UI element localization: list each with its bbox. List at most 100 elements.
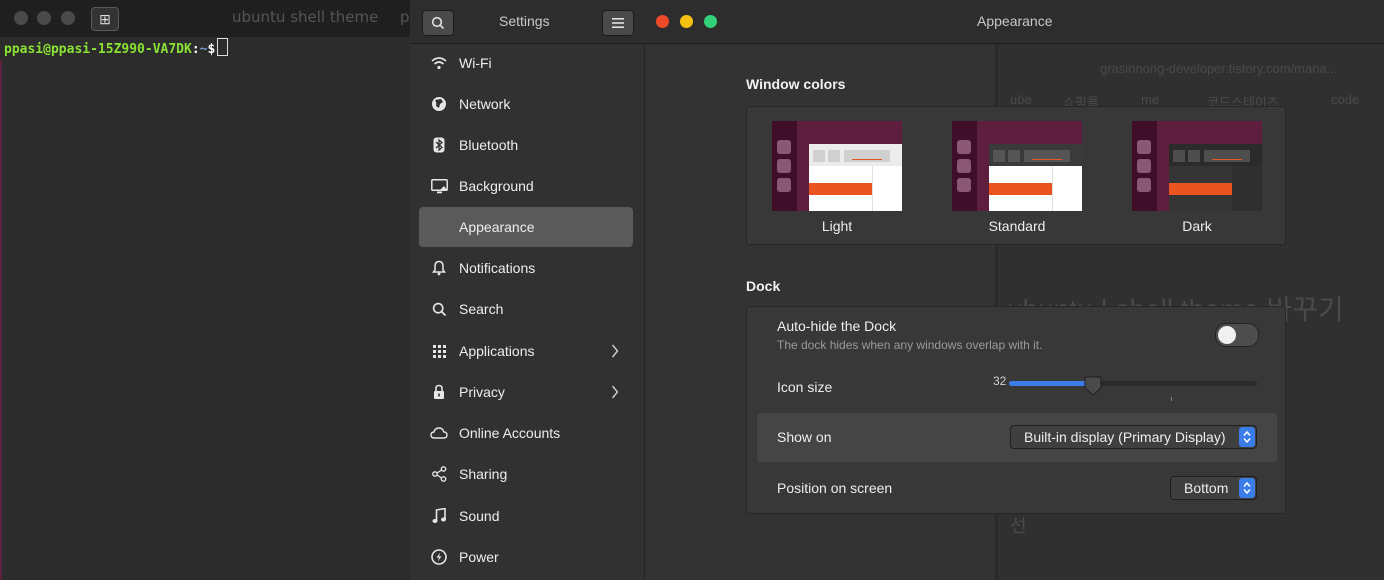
new-tab-icon[interactable]: ⊞ <box>91 7 119 31</box>
ghost-bookmark: me <box>1141 92 1160 107</box>
up-down-arrows-icon <box>1239 427 1255 447</box>
icon-size-label: Icon size <box>777 379 833 395</box>
wifi-icon <box>429 53 449 73</box>
chevron-right-icon <box>611 385 619 399</box>
theme-option-dark[interactable]: Dark <box>1132 121 1262 234</box>
ghost-bookmark: code <box>1331 92 1360 107</box>
prompt-symbol: $ <box>207 42 216 57</box>
sidebar-item-privacy[interactable]: Privacy <box>419 372 633 412</box>
bell-icon <box>429 258 449 278</box>
music-note-icon <box>429 506 449 526</box>
terminal-close-button[interactable] <box>14 11 28 25</box>
sidebar-item-label: Network <box>459 96 511 112</box>
sidebar-item-label: Bluetooth <box>459 137 519 153</box>
slider-tick <box>1171 397 1172 401</box>
ghost-bookmark: ube <box>1010 92 1032 107</box>
globe-icon <box>429 94 449 114</box>
prompt-path: ~ <box>199 42 208 57</box>
sidebar-item-wifi[interactable]: Wi-Fi <box>419 43 633 83</box>
sidebar-item-applications[interactable]: Applications <box>419 331 633 371</box>
theme-preview-light <box>772 121 902 211</box>
appearance-panel: grasinnong-developer.tistory.com/mana...… <box>645 44 1384 580</box>
sidebar-item-notifications[interactable]: Notifications <box>419 248 633 288</box>
grid-icon <box>429 341 449 361</box>
sidebar-item-label: Applications <box>459 343 535 359</box>
sidebar-item-sharing[interactable]: Sharing <box>419 454 633 494</box>
settings-sidebar: Wi-Fi Network Bluetooth Background Appea… <box>410 44 645 580</box>
autohide-row: Auto-hide the Dock The dock hides when a… <box>747 307 1285 363</box>
search-icon <box>429 299 449 319</box>
sidebar-item-background[interactable]: Background <box>419 166 633 206</box>
autohide-label: Auto-hide the Dock <box>777 318 897 334</box>
close-button[interactable] <box>656 15 669 28</box>
menu-button[interactable] <box>602 10 634 36</box>
chevron-right-icon <box>611 344 619 358</box>
search-button[interactable] <box>422 10 454 36</box>
slider-handle[interactable] <box>1084 376 1102 396</box>
terminal-window[interactable]: ⊞ ubuntu shell theme p ppasi@ppasi-15Z99… <box>0 0 420 580</box>
background-tab-partial: p <box>400 8 410 26</box>
prompt-colon: : <box>191 42 200 57</box>
sidebar-item-label: Privacy <box>459 384 505 400</box>
dock-frame: Auto-hide the Dock The dock hides when a… <box>746 306 1286 514</box>
sidebar-item-label: Sound <box>459 508 500 524</box>
lock-icon <box>429 382 449 402</box>
slider-fill <box>1009 381 1094 386</box>
position-row: Position on screen Bottom <box>747 462 1285 513</box>
theme-label-light: Light <box>821 218 853 234</box>
maximize-button[interactable] <box>704 15 717 28</box>
sidebar-item-online-accounts[interactable]: Online Accounts <box>419 413 633 453</box>
theme-option-standard[interactable]: Standard <box>952 121 1082 234</box>
position-dropdown[interactable]: Bottom <box>1170 476 1257 500</box>
sidebar-item-label: Wi-Fi <box>459 55 492 71</box>
ghost-fragment: 선 <box>1010 516 1027 536</box>
show-on-value: Built-in display (Primary Display) <box>1024 429 1226 445</box>
up-down-arrows-icon <box>1239 478 1255 498</box>
autohide-toggle[interactable] <box>1215 323 1259 347</box>
minimize-button[interactable] <box>680 15 693 28</box>
terminal-maximize-button[interactable] <box>61 11 75 25</box>
theme-option-light[interactable]: Light <box>772 121 902 234</box>
show-on-dropdown[interactable]: Built-in display (Primary Display) <box>1010 425 1257 449</box>
sidebar-item-label: Power <box>459 549 499 565</box>
theme-label-dark: Dark <box>1182 218 1212 234</box>
icon-size-slider[interactable] <box>1009 376 1257 401</box>
cloud-icon <box>429 423 449 443</box>
background-tab-title: ubuntu shell theme <box>232 8 379 26</box>
toggle-knob <box>1218 326 1236 344</box>
terminal-titlebar: ⊞ ubuntu shell theme p <box>0 0 420 37</box>
theme-preview-standard <box>952 121 1082 211</box>
hamburger-menu-icon <box>612 18 624 28</box>
sidebar-title: Settings <box>499 13 550 29</box>
prompt-user: ppasi@ppasi-15Z990-VA7DK <box>4 42 192 57</box>
sidebar-item-power[interactable]: Power <box>419 537 633 577</box>
icon-size-row: Icon size 32 <box>747 363 1285 413</box>
show-on-label: Show on <box>777 429 832 445</box>
sidebar-item-bluetooth[interactable]: Bluetooth <box>419 125 633 165</box>
sidebar-item-label: Notifications <box>459 260 536 276</box>
sidebar-item-appearance[interactable]: Appearance <box>419 207 633 247</box>
share-icon <box>429 464 449 484</box>
bluetooth-icon <box>429 135 449 155</box>
sidebar-item-label: Online Accounts <box>459 425 561 441</box>
sidebar-item-network[interactable]: Network <box>419 84 633 124</box>
page-title: Appearance <box>977 13 1053 29</box>
show-on-row: Show on Built-in display (Primary Displa… <box>757 413 1277 462</box>
terminal-cursor <box>217 38 229 56</box>
search-icon <box>431 16 445 30</box>
terminal-minimize-button[interactable] <box>37 11 51 25</box>
desktop-edge <box>0 60 2 580</box>
position-value: Bottom <box>1184 480 1229 496</box>
settings-window: Settings Appearance Wi-Fi Network Blueto… <box>410 0 1384 580</box>
settings-headerbar: Settings Appearance <box>410 0 1384 44</box>
theme-label-standard: Standard <box>988 218 1046 234</box>
icon-size-value: 32 <box>993 374 1007 388</box>
monitor-icon <box>429 176 449 196</box>
theme-preview-dark <box>1132 121 1262 211</box>
sidebar-item-label: Sharing <box>459 466 508 482</box>
sidebar-item-sound[interactable]: Sound <box>419 496 633 536</box>
window-colors-title: Window colors <box>746 76 846 92</box>
sidebar-item-search[interactable]: Search <box>419 289 633 329</box>
terminal-prompt[interactable]: ppasi@ppasi-15Z990-VA7DK:~$ <box>4 38 229 60</box>
power-icon <box>429 547 449 567</box>
